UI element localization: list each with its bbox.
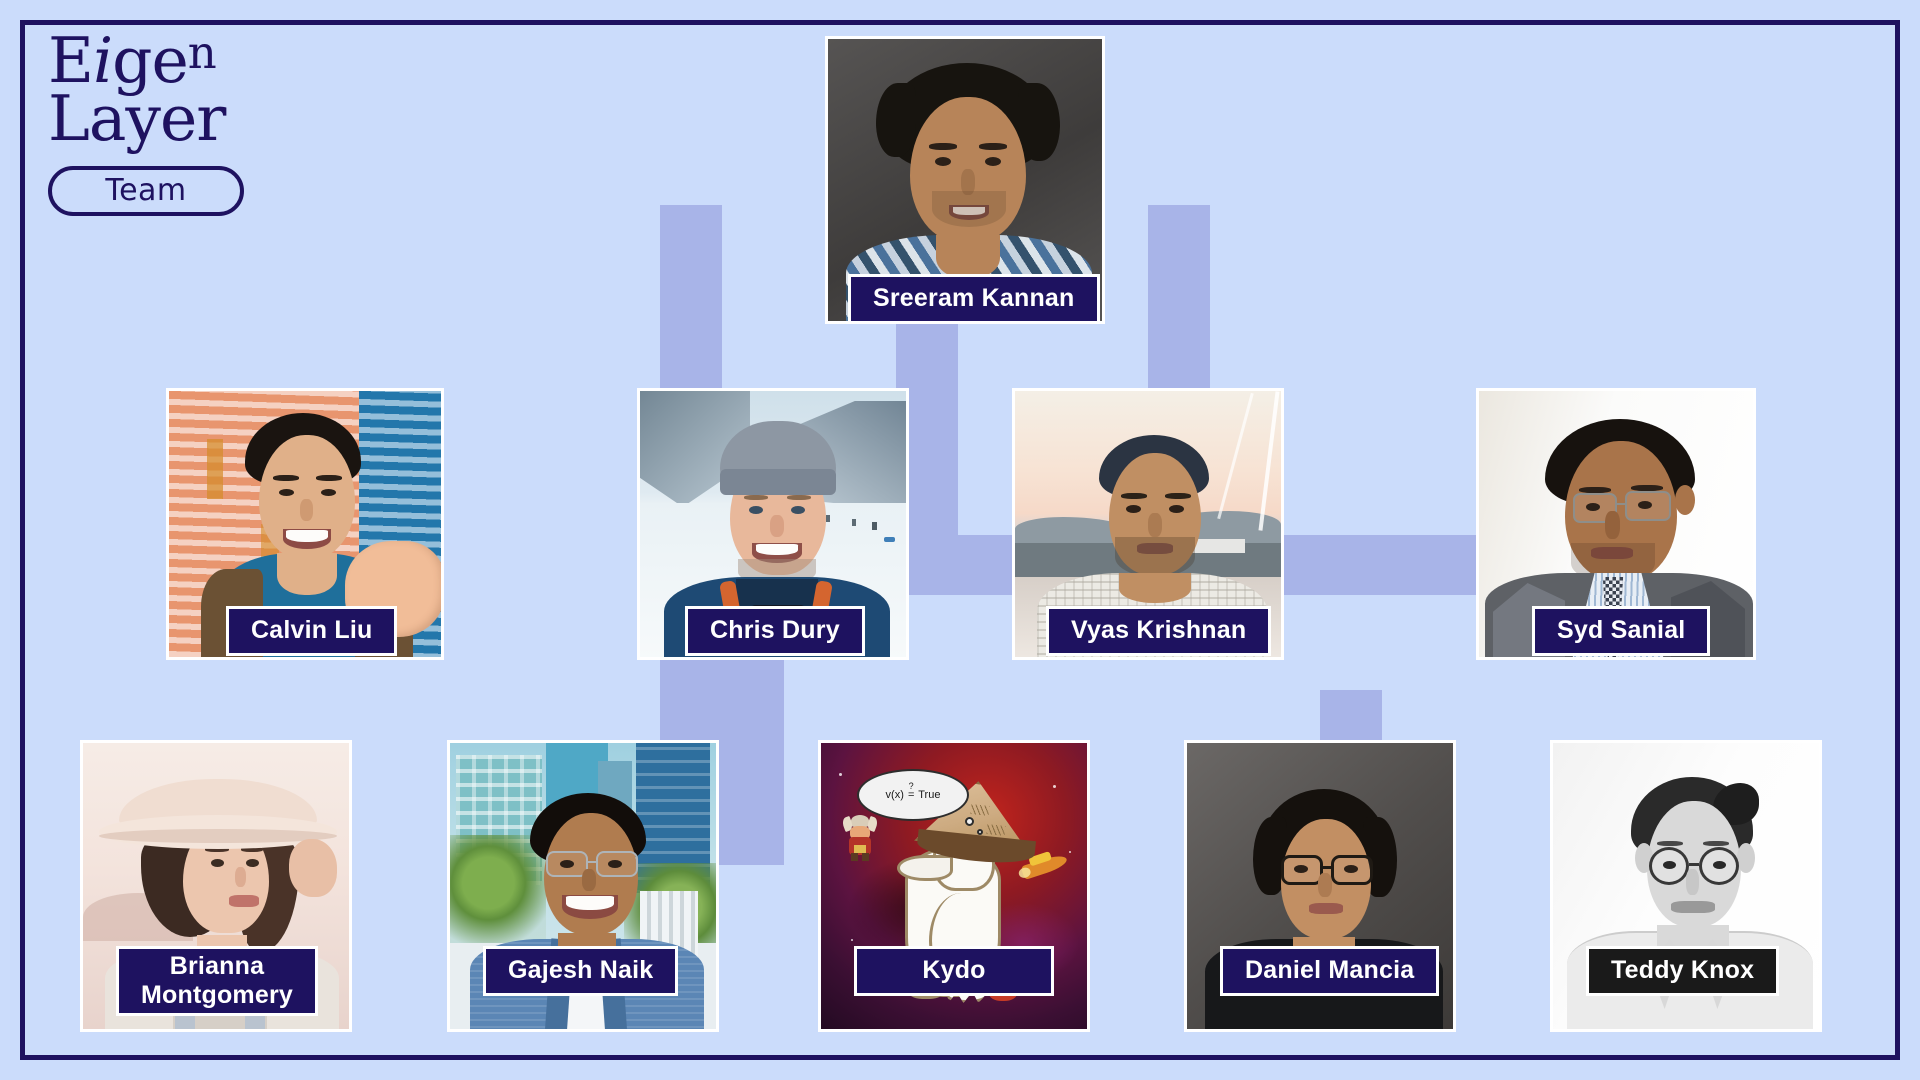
logo-line-layer: Layer: [48, 81, 226, 155]
member-card-chris-dury[interactable]: Chris Dury: [637, 388, 909, 660]
nameplate-chris-dury: Chris Dury: [685, 606, 865, 656]
member-card-gajesh-naik[interactable]: Gajesh Naik: [447, 740, 719, 1032]
member-card-sreeram-kannan[interactable]: Sreeram Kannan: [825, 36, 1105, 324]
member-card-teddy-knox[interactable]: Teddy Knox: [1550, 740, 1822, 1032]
nameplate-gajesh-naik: Gajesh Naik: [483, 946, 679, 996]
team-pill-badge: Team: [48, 165, 244, 216]
team-pill-label: Team: [105, 173, 187, 209]
team-org-chart-board: Eigen Layer Team Sreeram Kannan Calvin L…: [0, 0, 1920, 1080]
member-card-kydo[interactable]: v(x) ? = True Kydo: [818, 740, 1090, 1032]
nameplate-kydo: Kydo: [854, 946, 1054, 996]
nameplate-vyas-krishnan: Vyas Krishnan: [1046, 606, 1272, 656]
member-card-vyas-krishnan[interactable]: Vyas Krishnan: [1012, 388, 1284, 660]
nameplate-syd-sanial: Syd Sanial: [1532, 606, 1711, 656]
nameplate-sreeram-kannan: Sreeram Kannan: [848, 274, 1100, 324]
member-card-calvin-liu[interactable]: Calvin Liu: [166, 388, 444, 660]
nameplate-calvin-liu: Calvin Liu: [226, 606, 398, 656]
member-card-daniel-mancia[interactable]: Daniel Mancia: [1184, 740, 1456, 1032]
nameplate-teddy-knox: Teddy Knox: [1586, 946, 1780, 996]
eigenlayer-logo: Eigen Layer Team: [48, 29, 244, 216]
member-card-brianna-montgomery[interactable]: Brianna Montgomery: [80, 740, 352, 1032]
kydo-speech-text: v(x) ? = True: [885, 781, 941, 801]
kydo-speech-bubble: v(x) ? = True: [857, 769, 969, 821]
member-card-syd-sanial[interactable]: Syd Sanial: [1476, 388, 1756, 660]
nameplate-daniel-mancia: Daniel Mancia: [1220, 946, 1440, 996]
nameplate-brianna-montgomery: Brianna Montgomery: [116, 946, 318, 1016]
